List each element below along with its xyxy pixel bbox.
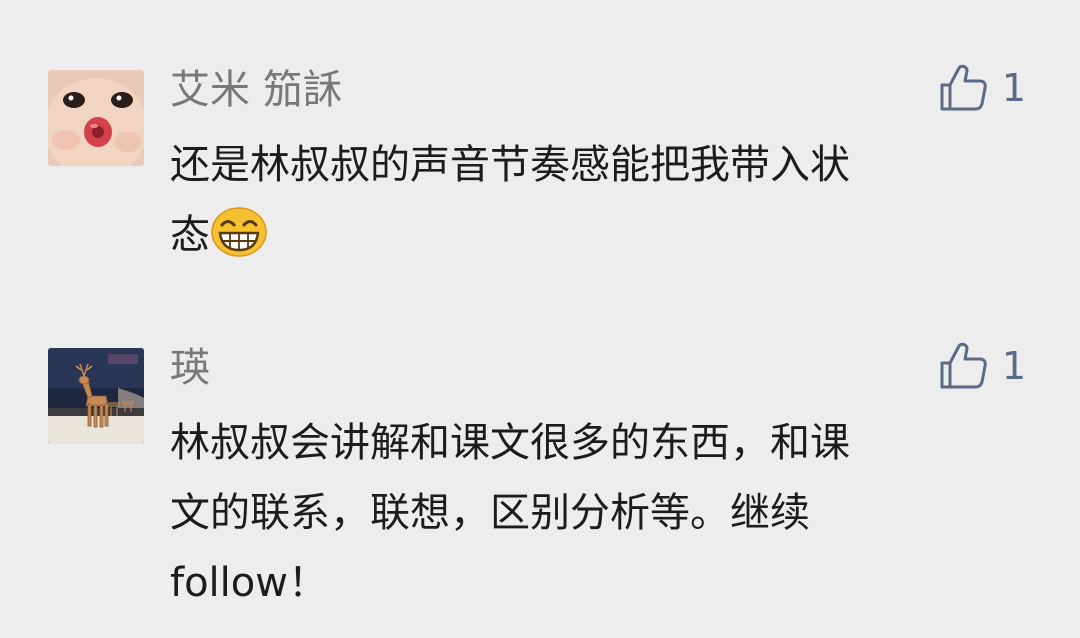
user-nickname[interactable]: 瑛 xyxy=(170,342,210,394)
comment-list: 艾米 笳訸 1 还是林叔叔的声音节奏感能把我带入状 态 瑛 1 林叔叔会讲解和课… xyxy=(0,0,1080,638)
user-nickname[interactable]: 艾米 笳訸 xyxy=(170,64,343,116)
comment-text-line: 林叔叔会讲解和课文很多的东西，和课 xyxy=(170,420,850,466)
thumbs-up-icon[interactable] xyxy=(938,63,988,113)
like-count: 1 xyxy=(1001,344,1026,388)
baby-face-avatar xyxy=(48,70,144,166)
comment-text-line: 态 xyxy=(170,200,1030,270)
comment-text: 还是林叔叔的声音节奏感能把我带入状 态 xyxy=(170,130,1030,270)
grinning-face-icon xyxy=(210,206,268,258)
like-count: 1 xyxy=(1001,66,1026,110)
thumbs-up-icon[interactable] xyxy=(938,341,988,391)
deer-figurine-avatar xyxy=(48,348,144,444)
comment-text-line: 文的联系，联想，区别分析等。继续 xyxy=(170,490,810,536)
comment-text: 林叔叔会讲解和课文很多的东西，和课 文的联系，联想，区别分析等。继续 follo… xyxy=(170,408,1030,618)
like-button[interactable]: 1 xyxy=(938,340,1026,392)
user-avatar[interactable] xyxy=(48,348,144,444)
comment-text-line: follow！ xyxy=(170,560,328,606)
comment-text-line: 还是林叔叔的声音节奏感能把我带入状 xyxy=(170,142,850,188)
like-button[interactable]: 1 xyxy=(938,62,1026,114)
user-avatar[interactable] xyxy=(48,70,144,166)
